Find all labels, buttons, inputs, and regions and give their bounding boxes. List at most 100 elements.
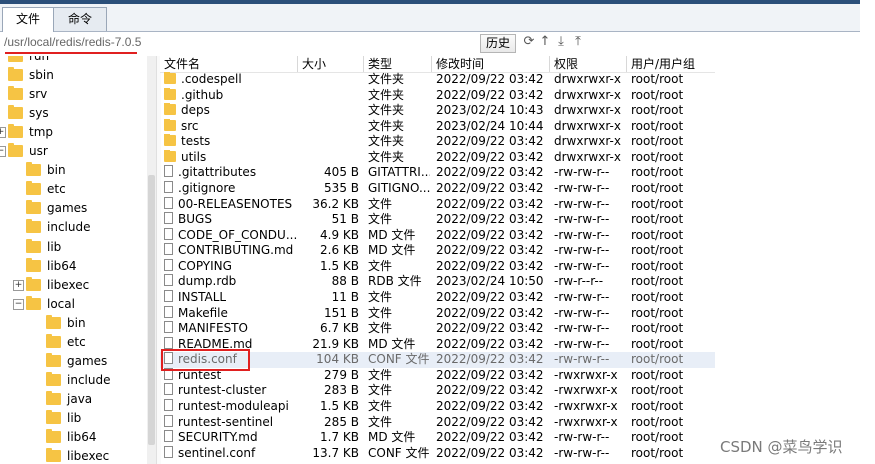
tree-item-etc[interactable]: etc (26, 180, 66, 198)
file-row[interactable]: .gitignore 535 B GITIGNO... 2022/09/22 03:4… (160, 180, 715, 197)
tree-item-label: srv (29, 87, 48, 102)
column-header-type[interactable]: 类型 (364, 56, 432, 72)
tree-item-include[interactable]: include (46, 371, 110, 389)
file-icon (164, 321, 173, 334)
tree-item-etc[interactable]: etc (46, 333, 86, 351)
tree-item-bin[interactable]: bin (26, 161, 66, 179)
history-button[interactable]: 历史 (480, 34, 516, 53)
tree-item-usr[interactable]: − usr (0, 142, 48, 160)
tree-item-local[interactable]: − local (13, 295, 75, 313)
up-directory-icon[interactable]: ↑ (538, 35, 552, 49)
file-name-cell: deps (164, 103, 299, 119)
upload-icon[interactable]: ⤒ (571, 35, 585, 49)
file-row[interactable]: utils 文件夹 2022/09/22 03:42 drwxrwxr-x root/r… (160, 149, 715, 166)
file-permissions-cell: -rw-rw-r-- (554, 352, 610, 367)
file-name-text: SECURITY.md (178, 430, 258, 445)
file-row[interactable]: deps 文件夹 2023/02/24 10:43 drwxrwxr-x root/ro… (160, 103, 715, 119)
file-owner-cell: root/root (631, 398, 684, 413)
tree-item-lib64[interactable]: lib64 (26, 257, 77, 275)
file-date-cell: 2022/09/22 03:42 (436, 196, 544, 211)
file-row[interactable]: runtest-sentinel 285 B 文件 2022/09/22 03:42-… (160, 414, 715, 431)
file-type-cell: 文件夹 (368, 87, 405, 102)
tree-item-sbin[interactable]: sbin (8, 66, 54, 84)
file-row[interactable]: sentinel.conf 13.7 KB CONF 文件 2022/09/22 03… (160, 445, 715, 462)
file-permissions-cell: -rw-rw-r-- (554, 289, 610, 304)
column-header-name[interactable]: 文件名 (160, 56, 298, 72)
tree-item-run[interactable]: run (8, 56, 49, 65)
expand-toggle-icon[interactable]: + (13, 279, 24, 291)
file-row[interactable]: dump.rdb 88 B RDB 文件 2023/02/24 10:50 -rw-r-… (160, 274, 715, 290)
collapse-toggle-icon[interactable]: − (13, 298, 24, 310)
folder-icon (46, 409, 61, 424)
tree-item-label: lib64 (47, 258, 77, 273)
file-date-cell: 2022/09/22 03:42 (436, 414, 544, 429)
file-row[interactable]: runtest-cluster 283 B 文件 2022/09/22 03:42 -r… (160, 383, 715, 399)
right-edge (860, 0, 875, 464)
file-icon (164, 212, 173, 225)
file-owner-cell: root/root (631, 414, 684, 429)
file-size-cell: 283 B (324, 383, 359, 398)
tree-item-label: include (67, 372, 111, 387)
file-row[interactable]: src 文件夹 2023/02/24 10:44 drwxrwxr-x root/roo… (160, 118, 715, 135)
file-permissions-cell: -rw-rw-r-- (554, 445, 610, 460)
download-icon[interactable]: ⤓ (554, 35, 568, 49)
tab-bar: 文件 命令 (0, 4, 860, 32)
file-permissions-cell: -rwxrwxr-x (554, 414, 618, 429)
tree-item-java[interactable]: java (46, 390, 92, 408)
folder-icon (8, 67, 23, 82)
file-row[interactable]: .codespell 文件夹 2022/09/22 03:42 drwxrwxr-x r… (160, 72, 715, 88)
file-row[interactable]: CONTRIBUTING.md 2.6 KB MD 文件 2022/09/22 03:… (160, 243, 715, 259)
column-header-owner[interactable]: 用户/用户组 (627, 56, 715, 72)
file-list-header: 文件名 大小 类型 修改时间 权限 用户/用户组 (160, 56, 715, 73)
column-header-size[interactable]: 大小 (298, 56, 364, 72)
file-row[interactable]: Makefile 151 B 文件 2022/09/22 03:42 -rw-rw-r-… (160, 305, 715, 322)
file-name-cell: 00-RELEASENOTES (164, 196, 299, 213)
file-row[interactable]: BUGS 51 B 文件 2022/09/22 03:42 -rw-rw-r-- root… (160, 212, 715, 228)
tree-item-bin[interactable]: bin (46, 314, 86, 332)
file-row[interactable]: .gitattributes 405 B GITATTRI... 2022/09/22… (160, 165, 715, 181)
file-row[interactable]: runtest-moduleapi 1.5 KB 文件 2022/09/22 03:4… (160, 398, 715, 415)
file-row[interactable]: tests 文件夹 2022/09/22 03:42 drwxrwxr-x root/r… (160, 134, 715, 150)
tree-item-games[interactable]: games (46, 352, 107, 370)
file-permissions-cell: drwxrwxr-x (554, 103, 621, 118)
file-row[interactable]: 00-RELEASENOTES 36.2 KB 文件 2022/09/22 03:42… (160, 196, 715, 213)
tab-commands[interactable]: 命令 (53, 7, 107, 31)
file-row[interactable]: CODE_OF_CONDU... 4.9 KB MD 文件 2022/09/22 03… (160, 227, 715, 244)
file-owner-cell: root/root (631, 383, 684, 398)
collapse-toggle-icon[interactable]: − (0, 146, 6, 158)
file-owner-cell: root/root (631, 289, 684, 304)
tree-item-label: lib64 (67, 430, 97, 444)
tree-item-label: lib (47, 239, 62, 254)
path-input[interactable]: /usr/local/redis/redis-7.0.5 (4, 35, 141, 49)
tree-item-lib64[interactable]: lib64 (46, 428, 97, 446)
file-row[interactable]: MANIFESTO 6.7 KB 文件 2022/09/22 03:42 -rw-rw-… (160, 321, 715, 337)
tab-files[interactable]: 文件 (2, 7, 54, 32)
tree-scrollbar-thumb[interactable] (148, 175, 155, 445)
file-type-cell: 文件 (368, 398, 393, 413)
tree-item-libexec[interactable]: libexec (46, 447, 109, 464)
file-size-cell: 104 KB (316, 352, 359, 367)
folder-icon (164, 134, 176, 147)
column-header-permissions[interactable]: 权限 (550, 56, 627, 72)
file-date-cell: 2022/09/22 03:42 (436, 336, 544, 351)
file-row[interactable]: .github 文件夹 2022/09/22 03:42 drwxrwxr-x root… (160, 87, 715, 104)
refresh-icon[interactable]: ⟳ (522, 35, 536, 49)
tree-item-lib[interactable]: lib (26, 238, 61, 256)
file-row[interactable]: COPYING 1.5 KB 文件 2022/09/22 03:42 -rw-rw-r-… (160, 258, 715, 275)
tree-item-tmp[interactable]: + tmp (0, 123, 53, 141)
tree-item-include[interactable]: include (26, 218, 90, 236)
tree-item-lib[interactable]: lib (46, 409, 81, 427)
tree-item-srv[interactable]: srv (8, 85, 47, 103)
tree-item-libexec[interactable]: + libexec (13, 276, 89, 294)
file-type-cell: 文件夹 (368, 134, 405, 149)
file-date-cell: 2022/09/22 03:42 (436, 243, 544, 258)
file-owner-cell: root/root (631, 118, 684, 133)
expand-toggle-icon[interactable]: + (0, 127, 6, 139)
file-row[interactable]: SECURITY.md 1.7 KB MD 文件 2022/09/22 03:42 -r… (160, 430, 715, 446)
tree-item-label: java (67, 391, 93, 406)
directory-tree: run sbin srv sys + tmp − usr bin etc games include l… (0, 56, 156, 464)
file-row[interactable]: INSTALL 11 B 文件 2022/09/22 03:42 -rw-rw-r-- r… (160, 289, 715, 306)
tree-item-sys[interactable]: sys (8, 104, 49, 122)
column-header-modified[interactable]: 修改时间 (432, 56, 550, 72)
tree-item-games[interactable]: games (26, 199, 87, 217)
